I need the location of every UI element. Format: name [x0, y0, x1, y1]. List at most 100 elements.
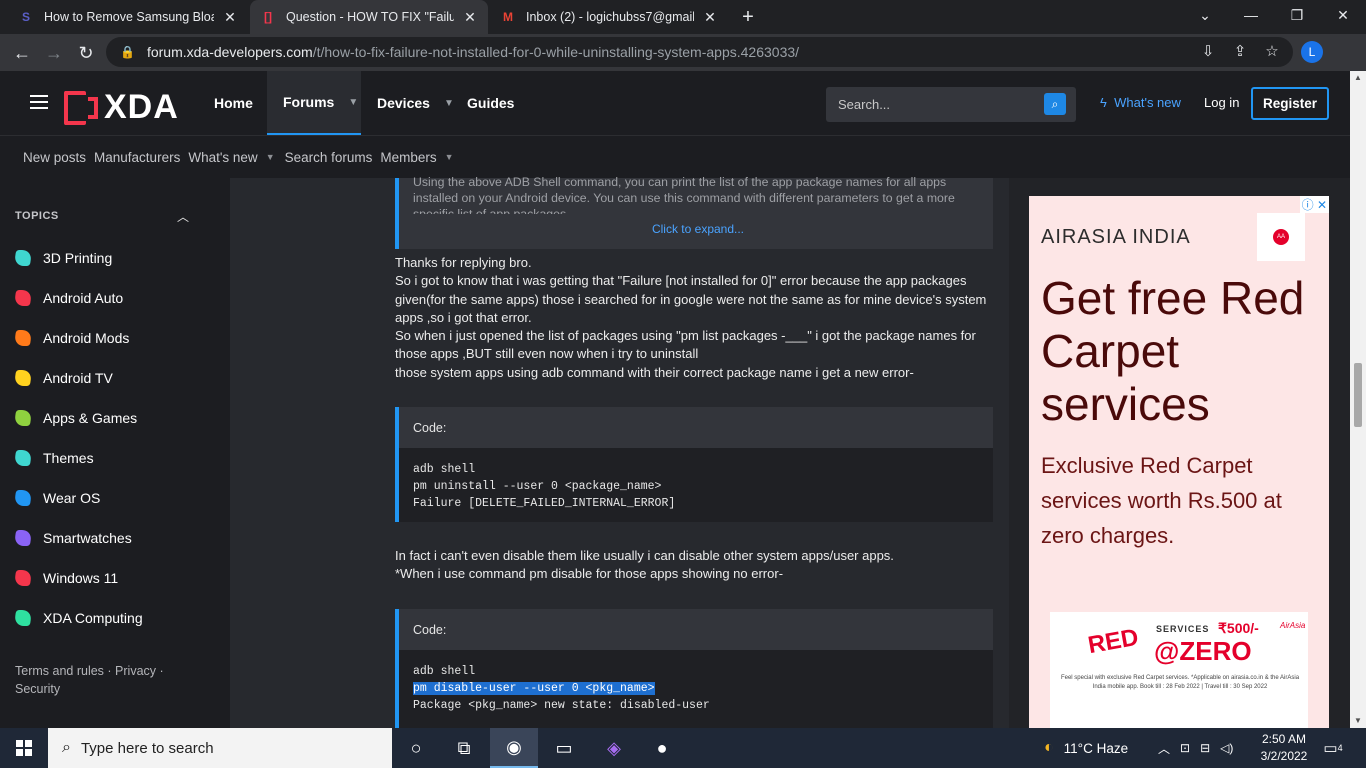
start-button[interactable]: [0, 728, 48, 768]
hamburger-menu-icon[interactable]: [30, 95, 48, 109]
subnav-search-forums[interactable]: Search forums: [285, 150, 373, 165]
back-icon[interactable]: ←: [9, 40, 35, 66]
wifi-icon: ⊟: [1200, 741, 1211, 755]
chevron-down-icon[interactable]: ▼: [266, 152, 275, 162]
search-icon[interactable]: ⌕: [1044, 93, 1066, 115]
ad-info-close-icon[interactable]: ⓘ ✕: [1299, 196, 1329, 213]
whats-new-link[interactable]: ϟ What's new: [1100, 95, 1181, 110]
sidebar-topic[interactable]: Windows 11: [13, 568, 118, 588]
site-header: XDA Home Forums ▼ Devices ▼ Guides Search.…: [0, 71, 1350, 135]
subnav-members[interactable]: Members: [380, 150, 436, 165]
chevron-down-icon[interactable]: ▼: [445, 152, 454, 162]
weather-widget[interactable]: ◐ 11°C Haze: [1044, 728, 1128, 768]
minimize-icon[interactable]: —: [1228, 0, 1274, 30]
security-link[interactable]: Security: [15, 682, 60, 696]
click-to-expand-link[interactable]: Click to expand...: [399, 222, 997, 236]
scrollbar-thumb: [1354, 363, 1362, 427]
new-tab-button[interactable]: +: [737, 6, 759, 28]
xda-logo[interactable]: XDA: [64, 88, 179, 127]
close-tab-icon[interactable]: ✕: [702, 9, 718, 26]
browser-tab-strip: S How to Remove Samsung Bloatw ✕ [] Ques…: [0, 0, 1366, 34]
tab-search-icon[interactable]: ⌄: [1182, 0, 1228, 30]
logo-text: XDA: [104, 88, 179, 126]
topic-label: Android TV: [43, 370, 113, 386]
tab-title: Inbox (2) - logichubss7@gmail.co: [526, 10, 694, 24]
scroll-up-icon: ▲: [1354, 73, 1362, 82]
browser-tab[interactable]: S How to Remove Samsung Bloatw ✕: [8, 0, 248, 34]
topic-icon: [13, 250, 33, 266]
sidebar-topic[interactable]: Android Mods: [13, 328, 130, 348]
nav-home[interactable]: Home: [198, 71, 269, 135]
sidebar-topic[interactable]: Android TV: [13, 368, 113, 388]
notification-icon[interactable]: ▭ 4: [1320, 737, 1346, 759]
subnav-whats-new[interactable]: What's new: [188, 150, 257, 165]
privacy-link[interactable]: Privacy: [115, 664, 156, 678]
topic-label: Themes: [43, 450, 94, 466]
topic-icon: [13, 450, 33, 466]
search-input[interactable]: Search... ⌕: [826, 87, 1076, 122]
code-text[interactable]: adb shell pm uninstall --user 0 <package…: [399, 448, 993, 525]
browser-tab[interactable]: M Inbox (2) - logichubss7@gmail.co ✕: [490, 0, 728, 34]
lightning-icon: ϟ: [1100, 95, 1107, 110]
sidebar-topic[interactable]: Themes: [13, 448, 94, 468]
selected-text: pm disable-user --user 0 <pkg_name>: [413, 682, 655, 695]
scroll-down-icon: ▼: [1354, 716, 1362, 725]
topic-label: XDA Computing: [43, 610, 143, 626]
sidebar-topic[interactable]: 3D Printing: [13, 248, 112, 268]
taskbar-search[interactable]: ⌕ Type here to search: [48, 728, 392, 768]
subnav-manufacturers[interactable]: Manufacturers: [94, 150, 180, 165]
topic-label: Android Mods: [43, 330, 130, 346]
topic-icon: [13, 290, 33, 306]
network-icon: ⊡: [1180, 741, 1191, 755]
close-tab-icon[interactable]: ✕: [462, 9, 478, 26]
register-button[interactable]: Register: [1251, 87, 1329, 120]
chevron-up-icon[interactable]: ︿: [177, 208, 189, 225]
share-icon[interactable]: ⇪: [1229, 40, 1251, 62]
task-view-icon[interactable]: ⧉: [440, 728, 488, 768]
forward-icon[interactable]: →: [41, 40, 67, 66]
nav-forums[interactable]: Forums ▼: [267, 71, 361, 135]
system-tray[interactable]: ︿ ⊡ ⊟ ◁): [1158, 728, 1233, 768]
thread-content: Using the above ADB Shell command, you c…: [230, 175, 1009, 728]
browser-tab-active[interactable]: [] Question - HOW TO FIX "Failure | ✕: [250, 0, 488, 34]
sidebar-topic[interactable]: XDA Computing: [13, 608, 143, 628]
terms-link[interactable]: Terms and rules: [15, 664, 104, 678]
chrome-icon[interactable]: ◉: [490, 728, 538, 768]
topic-icon: [13, 370, 33, 386]
reload-icon[interactable]: ↻: [73, 40, 99, 66]
close-window-icon[interactable]: ✕: [1320, 0, 1366, 30]
tab-title: How to Remove Samsung Bloatw: [44, 10, 214, 24]
advertisement[interactable]: ⓘ ✕ AIRASIA INDIA AA Get free Red Carpet…: [1029, 196, 1329, 728]
topic-label: Wear OS: [43, 490, 101, 506]
close-tab-icon[interactable]: ✕: [222, 9, 238, 26]
topic-label: Android Auto: [43, 290, 124, 306]
subnav-new-posts[interactable]: New posts: [23, 150, 86, 165]
terminal-icon[interactable]: ▭: [540, 728, 588, 768]
code-text[interactable]: adb shell pm disable-user --user 0 <pkg_…: [399, 650, 993, 727]
sidebar-topic[interactable]: Smartwatches: [13, 528, 132, 548]
visual-studio-icon[interactable]: ◈: [590, 728, 638, 768]
ad-subtext: Exclusive Red Carpet services worth Rs.5…: [1041, 453, 1282, 548]
bookmark-star-icon[interactable]: ☆: [1261, 40, 1283, 62]
airasia-logo-icon: AA: [1257, 213, 1305, 261]
search-icon: ⌕: [62, 739, 71, 756]
ad-banner: RED SERVICES ₹500/- AirAsia @ZERO Feel s…: [1050, 612, 1308, 728]
chevron-down-icon: ▼: [348, 96, 359, 108]
sidebar-topic[interactable]: Android Auto: [13, 288, 124, 308]
volume-icon: ◁): [1220, 741, 1234, 755]
cortana-icon[interactable]: ○: [392, 728, 440, 768]
sidebar-topic[interactable]: Wear OS: [13, 488, 101, 508]
profile-avatar[interactable]: L: [1301, 41, 1323, 63]
restore-icon[interactable]: ❐: [1274, 0, 1320, 30]
github-icon[interactable]: ●: [638, 728, 686, 768]
code-block: Code: adb shell pm uninstall --user 0 <p…: [395, 407, 993, 522]
login-link[interactable]: Log in: [1204, 95, 1239, 110]
page-scrollbar[interactable]: ▲ ▼: [1350, 71, 1366, 728]
address-bar[interactable]: 🔒 forum.xda-developers.com/t/how-to-fix-…: [106, 37, 1293, 67]
weather-haze-icon: ◐: [1044, 739, 1054, 756]
sidebar-topic[interactable]: Apps & Games: [13, 408, 137, 428]
install-app-icon[interactable]: ⇩: [1197, 40, 1219, 62]
nav-guides[interactable]: Guides: [451, 71, 530, 135]
topic-icon: [13, 570, 33, 586]
clock[interactable]: 2:50 AM 3/2/2022: [1258, 731, 1310, 765]
